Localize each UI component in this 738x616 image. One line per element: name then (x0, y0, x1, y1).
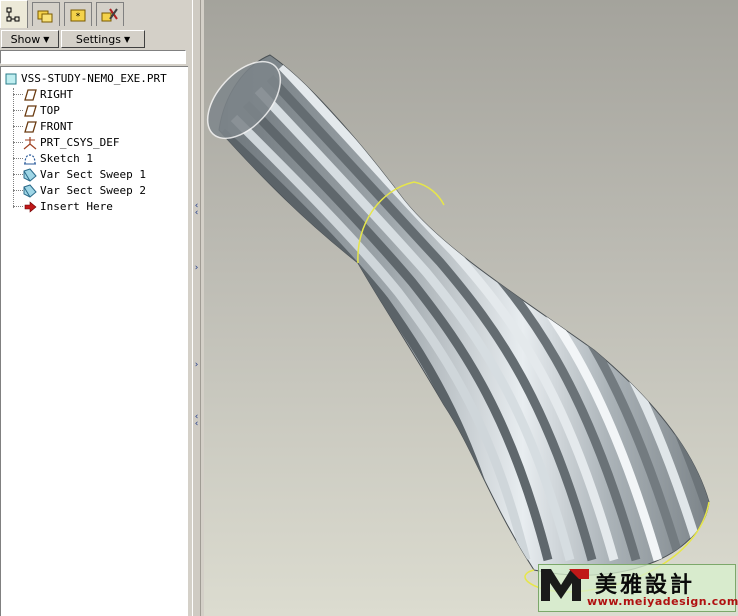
favorites-icon: * (70, 9, 86, 22)
datum-plane-icon (23, 120, 37, 134)
navigator-menu-bar: Show ▼ Settings ▼ (0, 29, 190, 49)
tree-connector (13, 174, 23, 175)
tree-connector (13, 94, 23, 95)
settings-menu-button[interactable]: Settings ▼ (61, 30, 145, 48)
watermark-url: www.meiyadesign.com (587, 595, 738, 608)
settings-menu-label: Settings (75, 32, 121, 46)
tree-item-label: Insert Here (40, 199, 113, 213)
tree-item-csys[interactable]: PRT_CSYS_DEF (23, 135, 119, 150)
tab-favorites[interactable]: * (64, 2, 92, 26)
sweep-icon (23, 183, 37, 198)
tree-connector (13, 190, 23, 191)
sweep-icon (23, 167, 37, 182)
insert-arrow-icon (23, 200, 37, 214)
sketch-icon (23, 152, 37, 166)
part-icon (4, 72, 18, 86)
collapse-left-icon[interactable]: ‹ ‹ (192, 413, 201, 429)
tree-item-var-sect-sweep-2[interactable]: Var Sect Sweep 2 (23, 183, 146, 198)
graphics-window[interactable]: 美雅設計 www.meiyadesign.com (204, 0, 738, 616)
connections-icon (101, 7, 118, 21)
datum-plane-icon (23, 104, 37, 118)
navigator-tab-bar: * (0, 0, 190, 28)
tab-connections[interactable] (96, 2, 124, 26)
tree-connector (13, 142, 23, 143)
tree-item-var-sect-sweep-1[interactable]: Var Sect Sweep 1 (23, 167, 146, 182)
tree-root-part[interactable]: VSS-STUDY-NEMO_EXE.PRT (4, 71, 167, 86)
model-tree-icon (6, 7, 20, 21)
tree-connector (13, 158, 23, 159)
datum-plane-icon (23, 88, 37, 102)
coordinate-system-icon (23, 136, 37, 150)
meiya-logo-icon (541, 569, 589, 601)
tree-item-insert-here[interactable]: Insert Here (23, 199, 113, 214)
expand-right-icon[interactable]: › (192, 264, 201, 273)
tree-item-label: Sketch 1 (40, 151, 93, 165)
tree-item-right[interactable]: RIGHT (23, 87, 73, 102)
folder-browser-icon (37, 10, 53, 22)
splitter-bar[interactable] (192, 0, 201, 616)
navigator-panel: * Show ▼ Settings ▼ VSS-STUDY-NEMO_EXE.P… (0, 0, 190, 616)
tree-filter-field[interactable] (0, 50, 186, 64)
expand-right-icon[interactable]: › (192, 361, 201, 370)
model-viewport[interactable] (204, 0, 738, 616)
watermark-logo: 美雅設計 www.meiyadesign.com (538, 564, 738, 612)
show-menu-label: Show (10, 32, 41, 46)
chevron-down-icon: ▼ (43, 34, 50, 44)
tree-item-front[interactable]: FRONT (23, 119, 73, 134)
tree-item-label: PRT_CSYS_DEF (40, 135, 120, 149)
model-tree[interactable]: VSS-STUDY-NEMO_EXE.PRT RIGHT TOP FRONT P… (0, 66, 188, 616)
svg-text:*: * (76, 12, 81, 22)
show-menu-button[interactable]: Show ▼ (1, 30, 59, 48)
tree-item-label: TOP (40, 103, 60, 117)
tree-item-sketch-1[interactable]: Sketch 1 (23, 151, 93, 166)
chevron-down-icon: ▼ (123, 34, 131, 44)
tab-folder-browser[interactable] (32, 2, 60, 26)
panel-splitter[interactable]: ‹ ‹ › › ‹ ‹ (190, 0, 204, 616)
collapse-left-icon[interactable]: ‹ ‹ (192, 202, 201, 218)
tree-item-top[interactable]: TOP (23, 103, 60, 118)
tab-model-tree[interactable] (0, 0, 28, 28)
tree-item-label: Var Sect Sweep 2 (40, 183, 146, 197)
swept-tube-surface[interactable] (204, 36, 738, 576)
tree-connector (13, 206, 23, 207)
tree-item-label: FRONT (40, 119, 74, 133)
tree-root-label: VSS-STUDY-NEMO_EXE.PRT (21, 71, 167, 85)
tree-item-label: RIGHT (40, 87, 74, 101)
tree-connector (13, 110, 23, 111)
tree-connector (13, 126, 23, 127)
tree-item-label: Var Sect Sweep 1 (40, 167, 146, 181)
